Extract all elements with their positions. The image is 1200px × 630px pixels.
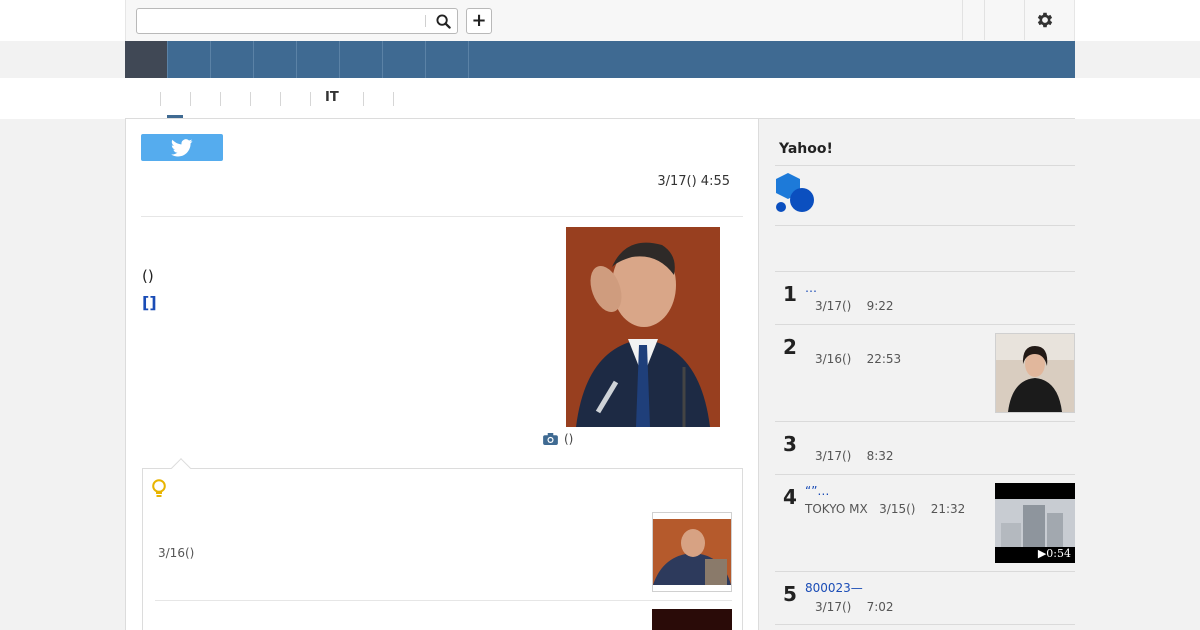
sidebar-divider: [775, 225, 1075, 226]
sub-nav-item[interactable]: [363, 92, 393, 106]
ranking-number: 2: [783, 335, 797, 359]
sidebar: Yahoo! 1 … 3/17() 9:22 2 3/16() 22:53 3 …: [759, 119, 1075, 630]
sub-nav: IT: [0, 78, 1200, 119]
ranking-item[interactable]: 1 … 3/17() 9:22: [775, 271, 1075, 324]
search-separator: [425, 15, 426, 27]
add-button[interactable]: +: [466, 8, 492, 34]
nav-item[interactable]: [168, 41, 211, 78]
search-button[interactable]: [429, 9, 457, 33]
photo-caption-text: (): [564, 432, 574, 446]
toolbar-divider: [1024, 0, 1025, 40]
sub-nav-item[interactable]: [250, 92, 280, 106]
ranking-title[interactable]: 800023—: [805, 581, 863, 595]
ranking-thumbnail-image: [996, 334, 1074, 412]
ranking-number: 1: [783, 282, 797, 306]
toolbar-divider: [984, 0, 985, 40]
video-duration: ▶0:54: [1037, 547, 1071, 560]
article-author: (): [142, 267, 154, 285]
ranking-meta: TOKYO MX 3/15() 21:32: [805, 502, 966, 516]
article-link[interactable]: []: [142, 293, 157, 312]
search-icon: [435, 13, 451, 29]
nav-item[interactable]: [297, 41, 340, 78]
nav-item[interactable]: [211, 41, 254, 78]
settings-button[interactable]: [1035, 10, 1055, 30]
sidebar-divider: [775, 165, 1075, 166]
sub-nav-item[interactable]: [160, 92, 190, 106]
ranking-title[interactable]: …: [805, 281, 817, 295]
related-item-date: 3/16(): [158, 546, 195, 560]
related-item-thumbnail[interactable]: [652, 609, 732, 630]
search-input[interactable]: [137, 9, 425, 33]
related-thumbnail-image: [653, 519, 731, 585]
article-main: 3/17() 4:55 () [] () 3/16(): [125, 119, 759, 630]
twitter-icon: [171, 138, 193, 156]
sub-nav-item[interactable]: [220, 92, 250, 106]
ranking-item[interactable]: 5 800023— 3/17() 7:02: [775, 571, 1075, 624]
top-bar: +: [0, 0, 1200, 41]
top-bar-inner: +: [125, 0, 1075, 41]
related-thumbnail-graphic: [653, 519, 731, 585]
ranking-video-thumbnail[interactable]: ▶0:54: [995, 483, 1075, 563]
category-nav: [125, 41, 1075, 78]
ranking-thumbnail[interactable]: [995, 333, 1075, 413]
article-divider: [141, 216, 743, 217]
sub-nav-item-it[interactable]: IT: [325, 90, 339, 105]
ranking-item[interactable]: 3 3/17() 8:32: [775, 421, 1075, 474]
ranking-title[interactable]: “”…: [805, 484, 829, 498]
yahoo-logo-icon[interactable]: [776, 173, 816, 213]
nav-item-active[interactable]: [125, 41, 168, 78]
sub-nav-divider: [393, 92, 394, 106]
related-notch: [171, 458, 191, 478]
ranking-meta: 3/17() 7:02: [815, 600, 894, 614]
tweet-button[interactable]: [141, 134, 223, 161]
ranking-item[interactable]: 4 “”… TOKYO MX 3/15() 21:32 ▶0:54: [775, 474, 1075, 571]
ranking-number: 5: [783, 582, 797, 606]
article-date: 3/17() 4:55: [657, 174, 730, 189]
sub-nav-item[interactable]: [310, 92, 311, 106]
nav-item[interactable]: [254, 41, 297, 78]
sub-nav-item[interactable]: [190, 92, 220, 106]
article-photo[interactable]: [566, 227, 720, 427]
sub-nav-item[interactable]: [280, 92, 310, 106]
photo-caption[interactable]: (): [543, 432, 573, 446]
ranking-meta: 3/17() 9:22: [815, 299, 894, 313]
nav-item[interactable]: [426, 41, 469, 78]
gear-icon: [1037, 12, 1053, 28]
ranking-item[interactable]: 2 3/16() 22:53: [775, 324, 1075, 421]
nav-item[interactable]: [340, 41, 383, 78]
article-photo-image: [566, 227, 720, 427]
search-box: [136, 8, 458, 34]
related-item-thumbnail[interactable]: [652, 512, 732, 592]
ranking-meta: 3/17() 8:32: [815, 449, 894, 463]
lightbulb-icon: [152, 479, 166, 497]
ranking-number: 3: [783, 432, 797, 456]
related-articles: 3/16(): [142, 458, 743, 630]
camera-icon: [543, 433, 558, 445]
sidebar-divider: [775, 624, 1075, 625]
ranking-meta: 3/16() 22:53: [815, 352, 902, 366]
toolbar-divider: [962, 0, 963, 40]
nav-item[interactable]: [383, 41, 426, 78]
ranking-number: 4: [783, 485, 797, 509]
related-divider: [155, 600, 732, 601]
sidebar-title: Yahoo!: [779, 141, 833, 157]
